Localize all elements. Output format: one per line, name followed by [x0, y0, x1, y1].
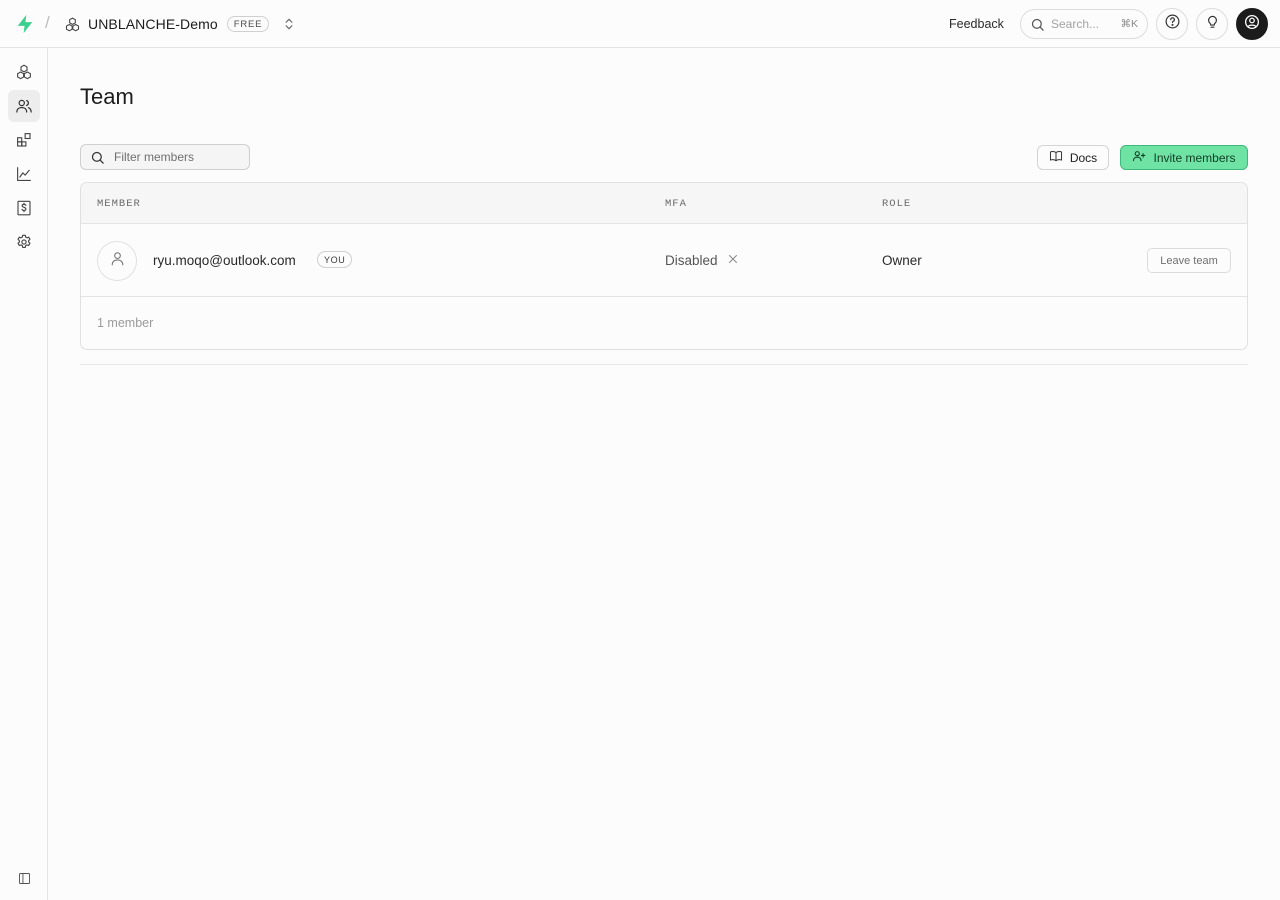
invite-members-label: Invite members	[1153, 150, 1236, 165]
boxes-icon	[17, 64, 31, 80]
billing-icon	[17, 200, 31, 216]
gear-icon	[17, 234, 31, 248]
sidebar-item-settings[interactable]	[8, 226, 40, 258]
member-count: 1 member	[97, 316, 154, 330]
sidebar-item-integrations[interactable]	[8, 124, 40, 156]
sidebar-toggle-icon	[18, 872, 30, 884]
you-badge: YOU	[317, 251, 353, 268]
users-icon	[16, 99, 32, 113]
page-title: Team	[80, 84, 134, 109]
avatar	[97, 241, 137, 281]
sidebar-item-projects[interactable]	[8, 56, 40, 88]
search-icon	[90, 150, 105, 165]
filter-members-box[interactable]	[80, 144, 250, 170]
sidebar-item-usage[interactable]	[8, 158, 40, 190]
plan-badge: FREE	[226, 16, 270, 32]
breadcrumb-separator: /	[45, 13, 50, 32]
switch-org-icon[interactable]	[282, 17, 296, 31]
org-switcher[interactable]: UNBLANCHE-Demo FREE	[64, 13, 296, 35]
invite-members-button[interactable]: Invite members	[1120, 145, 1248, 170]
sidebar	[0, 48, 48, 900]
column-header-member[interactable]: MEMBER	[97, 198, 141, 210]
user-avatar-icon	[1243, 13, 1261, 36]
sidebar-item-team[interactable]	[8, 90, 40, 122]
member-email: ryu.moqo@outlook.com	[153, 253, 296, 268]
user-plus-icon	[1132, 149, 1146, 166]
chart-icon	[17, 167, 31, 181]
docs-button[interactable]: Docs	[1037, 145, 1109, 170]
search-input[interactable]	[1051, 17, 1113, 31]
book-icon	[1049, 149, 1063, 166]
column-header-role[interactable]: ROLE	[882, 198, 911, 210]
user-icon	[109, 250, 126, 272]
lightbulb-icon	[1204, 13, 1221, 35]
help-button[interactable]	[1156, 8, 1188, 40]
leave-team-button[interactable]: Leave team	[1147, 248, 1231, 273]
brand-logo-icon[interactable]	[14, 13, 36, 35]
filter-members-input[interactable]	[114, 150, 244, 164]
account-menu-button[interactable]	[1236, 8, 1268, 40]
member-role: Owner	[882, 253, 922, 268]
search-box[interactable]: ⌘K	[1020, 9, 1148, 39]
sidebar-item-billing[interactable]	[8, 192, 40, 224]
sidebar-toggle-button[interactable]	[8, 862, 40, 894]
mfa-status: Disabled	[665, 253, 718, 268]
search-shortcut: ⌘K	[1120, 18, 1138, 30]
blocks-icon	[17, 133, 31, 147]
table-row: ryu.moqo@outlook.com YOU Disabled Owner …	[81, 224, 1247, 297]
feedback-button[interactable]: Feedback	[942, 12, 1011, 36]
whats-new-button[interactable]	[1196, 8, 1228, 40]
members-table: MEMBER MFA ROLE ryu.moqo@outlook.com YOU…	[80, 182, 1248, 350]
column-header-mfa[interactable]: MFA	[665, 198, 687, 210]
close-icon	[727, 253, 739, 265]
search-icon	[1030, 17, 1045, 32]
table-header: MEMBER MFA ROLE	[81, 183, 1247, 224]
org-icon	[64, 16, 81, 33]
top-bar: / UNBLANCHE-Demo FREE Feedback ⌘K	[0, 0, 1280, 48]
help-icon	[1164, 13, 1181, 35]
divider	[80, 364, 1248, 365]
docs-label: Docs	[1069, 150, 1098, 165]
org-name: UNBLANCHE-Demo	[88, 16, 218, 32]
